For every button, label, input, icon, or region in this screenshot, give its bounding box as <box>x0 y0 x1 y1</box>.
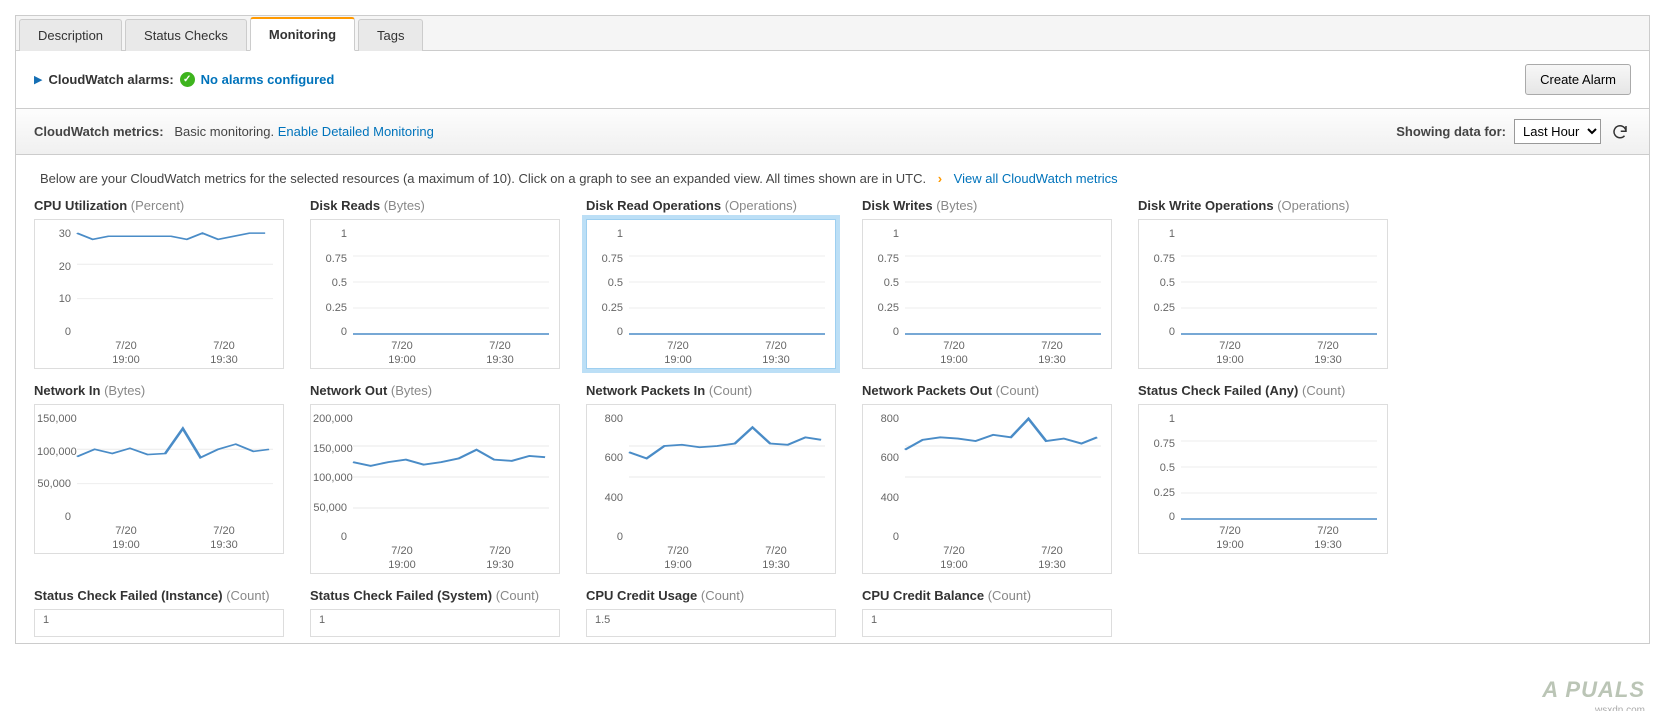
no-alarms-link[interactable]: No alarms configured <box>201 72 335 87</box>
chart-disk-write-operations[interactable]: Disk Write Operations (Operations) 10.75… <box>1138 198 1388 369</box>
cloudwatch-metrics-bar: CloudWatch metrics: Basic monitoring. En… <box>16 109 1649 155</box>
chart-cpu-credit-balance[interactable]: CPU Credit Balance (Count) 1 <box>862 588 1112 637</box>
monitoring-panel: Description Status Checks Monitoring Tag… <box>15 15 1650 644</box>
showing-data-label: Showing data for: <box>1396 124 1506 139</box>
watermark-source: wsxdn.com <box>1595 705 1645 711</box>
cloudwatch-alarms-label: CloudWatch alarms: <box>48 72 173 87</box>
charts-grid: CPU Utilization (Percent) 3020100 7/2019… <box>16 198 1649 643</box>
tab-bar: Description Status Checks Monitoring Tag… <box>16 16 1649 51</box>
watermark-logo: A PUALS <box>1542 677 1645 703</box>
create-alarm-button[interactable]: Create Alarm <box>1525 64 1631 95</box>
tab-description[interactable]: Description <box>19 19 122 51</box>
metrics-description: Below are your CloudWatch metrics for th… <box>16 155 1649 198</box>
check-ok-icon: ✓ <box>180 72 195 87</box>
chart-disk-writes[interactable]: Disk Writes (Bytes) 10.750.50.250 7/2019… <box>862 198 1112 369</box>
tab-tags[interactable]: Tags <box>358 19 423 51</box>
chart-status-check-failed-system[interactable]: Status Check Failed (System) (Count) 1 <box>310 588 560 637</box>
chart-disk-read-operations[interactable]: Disk Read Operations (Operations) 10.750… <box>586 198 836 369</box>
chart-network-out[interactable]: Network Out (Bytes) 200,000150,000100,00… <box>310 383 560 574</box>
chart-network-packets-out[interactable]: Network Packets Out (Count) 8006004000 7… <box>862 383 1112 574</box>
chart-cpu-credit-usage[interactable]: CPU Credit Usage (Count) 1.5 <box>586 588 836 637</box>
chart-network-packets-in[interactable]: Network Packets In (Count) 8006004000 7/… <box>586 383 836 574</box>
chevron-right-icon: › <box>930 171 950 186</box>
tab-monitoring[interactable]: Monitoring <box>250 17 355 51</box>
chart-status-check-failed-any[interactable]: Status Check Failed (Any) (Count) 10.750… <box>1138 383 1388 574</box>
monitoring-mode-text: Basic monitoring. <box>174 124 274 139</box>
cloudwatch-alarms-row: ▶ CloudWatch alarms: ✓ No alarms configu… <box>16 51 1649 109</box>
chart-cpu-utilization[interactable]: CPU Utilization (Percent) 3020100 7/2019… <box>34 198 284 369</box>
chart-disk-reads[interactable]: Disk Reads (Bytes) 10.750.50.250 7/2019:… <box>310 198 560 369</box>
cloudwatch-metrics-label: CloudWatch metrics: <box>34 124 164 139</box>
tab-status-checks[interactable]: Status Checks <box>125 19 247 51</box>
chart-status-check-failed-instance[interactable]: Status Check Failed (Instance) (Count) 1 <box>34 588 284 637</box>
view-all-metrics-link[interactable]: View all CloudWatch metrics <box>954 171 1118 186</box>
chart-network-in[interactable]: Network In (Bytes) 150,000100,00050,0000… <box>34 383 284 574</box>
enable-detailed-link[interactable]: Enable Detailed Monitoring <box>278 124 434 139</box>
expand-icon[interactable]: ▶ <box>34 73 42 86</box>
refresh-icon[interactable] <box>1609 121 1631 143</box>
time-range-select[interactable]: Last Hour <box>1514 119 1601 144</box>
